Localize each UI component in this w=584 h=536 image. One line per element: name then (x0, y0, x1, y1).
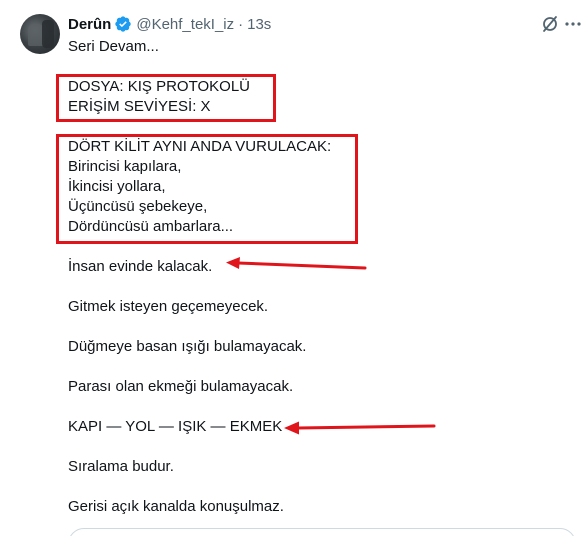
tweet-header: Derûn @Kehf_tekI_iz · 13s (68, 14, 271, 34)
post-line: Seri Devam... (68, 38, 159, 55)
post-line: İnsan evinde kalacak. (68, 258, 213, 275)
annotation-box (56, 74, 276, 122)
verified-badge-icon (115, 16, 132, 32)
post-line: Gerisi açık kanalda konuşulmaz. (68, 498, 284, 515)
annotation-arrow (284, 421, 436, 435)
post-line: KAPI — YOL — IŞIK — EKMEK (68, 418, 283, 435)
post-time[interactable]: 13s (247, 16, 271, 33)
more-icon[interactable] (563, 14, 583, 34)
post-line: Gitmek isteyen geçemeyecek. (68, 298, 269, 315)
header-separator: · (238, 15, 244, 33)
tweet: Derûn @Kehf_tekI_iz · 13s Seri Devam... … (0, 0, 584, 536)
author-handle[interactable]: @Kehf_tekI_iz (136, 16, 234, 33)
media-card[interactable] (68, 528, 576, 536)
annotation-arrow (226, 257, 367, 270)
avatar[interactable] (20, 14, 60, 54)
post-line: Düğmeye basan ışığı bulamayacak. (68, 338, 307, 355)
post-line: Parası olan ekmeği bulamayacak. (68, 378, 294, 395)
post-line: Sıralama budur. (68, 458, 174, 475)
annotation-box (56, 134, 358, 244)
author-name[interactable]: Derûn (68, 16, 111, 33)
grok-icon[interactable] (540, 14, 560, 34)
